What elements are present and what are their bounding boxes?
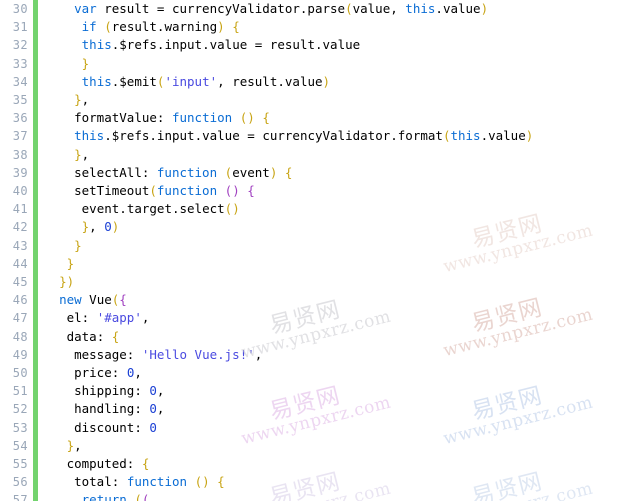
line-number: 34 xyxy=(12,74,28,89)
watermark: 易贤网www.ynpxrz.com xyxy=(239,461,393,501)
line-number: 55 xyxy=(12,457,28,471)
line-number: 57 xyxy=(12,493,28,501)
code-line[interactable]: total: function () { xyxy=(44,473,225,491)
watermark: 易贤网www.ynpxrz.com xyxy=(441,461,595,501)
line-number: 52 xyxy=(12,402,28,417)
line-number: 53 xyxy=(12,420,28,435)
code-line[interactable]: setTimeout(function () { xyxy=(44,182,255,200)
watermark: 易贤网www.ynpxrz.com xyxy=(441,203,595,278)
line-number: 45 xyxy=(12,275,28,289)
watermark-site-url: www.ynpxrz.com xyxy=(441,304,596,362)
line-number: 56 xyxy=(12,475,28,490)
watermark-site-url: www.ynpxrz.com xyxy=(441,479,595,501)
watermark-site-url: www.ynpxrz.com xyxy=(239,479,393,501)
line-number: 43 xyxy=(12,238,28,253)
watermark-site-url: www.ynpxrz.com xyxy=(239,392,394,450)
watermark-site-name: 易贤网 xyxy=(267,468,344,501)
code-line[interactable]: this.$refs.input.value = result.value xyxy=(44,36,361,54)
code-line[interactable]: el: '#app', xyxy=(44,309,150,327)
line-number: 36 xyxy=(12,111,28,126)
gutter-accent-bar xyxy=(33,0,38,501)
code-line[interactable]: var result = currencyValidator.parse(val… xyxy=(44,0,488,18)
line-number: 39 xyxy=(12,165,28,180)
line-number: 30 xyxy=(12,2,28,16)
line-number: 38 xyxy=(12,147,28,162)
code-line[interactable]: }, 0) xyxy=(44,218,120,236)
line-number: 35 xyxy=(12,93,28,107)
line-number: 48 xyxy=(12,329,28,344)
line-number: 44 xyxy=(12,256,28,271)
code-line[interactable]: } xyxy=(44,237,82,255)
watermark: 易贤网www.ynpxrz.com xyxy=(239,375,393,450)
code-line[interactable]: price: 0, xyxy=(44,364,142,382)
code-line[interactable]: }, xyxy=(44,437,82,455)
watermark-site-url: www.ynpxrz.com xyxy=(239,306,394,364)
line-number: 46 xyxy=(12,293,28,308)
line-number: 51 xyxy=(12,384,28,399)
code-line[interactable]: } xyxy=(44,55,90,73)
code-line[interactable]: event.target.select() xyxy=(44,200,240,218)
code-line[interactable]: computed: { xyxy=(44,455,150,473)
code-line[interactable]: if (result.warning) { xyxy=(44,18,240,36)
code-line[interactable]: handling: 0, xyxy=(44,400,164,418)
watermark-site-url: www.ynpxrz.com xyxy=(441,220,596,278)
code-line[interactable]: this.$emit('input', result.value) xyxy=(44,73,330,91)
watermark-site-name: 易贤网 xyxy=(469,382,546,426)
watermark-site-name: 易贤网 xyxy=(469,294,546,338)
code-line[interactable]: formatValue: function () { xyxy=(44,109,270,127)
code-line[interactable]: selectAll: function (event) { xyxy=(44,164,292,182)
code-editor[interactable]: 易贤网 www.ynpxrz.com 易贤网 www.ynpxrz.com 易贤网 www… xyxy=(0,0,644,501)
code-line[interactable]: shipping: 0, xyxy=(44,382,164,400)
line-number: 50 xyxy=(12,366,28,380)
watermark: 易贤网www.ynpxrz.com xyxy=(239,289,393,364)
watermark-site-url: www.ynpxrz.com xyxy=(441,392,596,450)
line-number: 41 xyxy=(12,202,28,217)
code-line[interactable]: }, xyxy=(44,91,89,109)
code-line[interactable]: }, xyxy=(44,146,89,164)
watermark: 易贤网www.ynpxrz.com xyxy=(441,375,595,450)
watermark-site-name: 易贤网 xyxy=(267,296,344,340)
code-line[interactable]: message: 'Hello Vue.js!', xyxy=(44,346,262,364)
line-number: 54 xyxy=(12,438,28,453)
line-number: 37 xyxy=(12,129,28,144)
code-line[interactable]: } xyxy=(44,255,75,273)
code-line[interactable]: }) xyxy=(44,273,74,291)
watermark-site-name: 易贤网 xyxy=(469,468,546,501)
code-line[interactable]: new Vue({ xyxy=(44,291,127,309)
line-number: 47 xyxy=(12,311,28,326)
line-number: 40 xyxy=(12,184,28,198)
line-number: 32 xyxy=(12,38,28,53)
watermark: 易贤网www.ynpxrz.com xyxy=(441,287,595,362)
watermark-site-name: 易贤网 xyxy=(267,382,344,426)
watermark-site-name: 易贤网 xyxy=(469,210,546,254)
code-line[interactable]: return (( xyxy=(44,491,150,501)
line-number-gutter: 30 31 32 33 34 35 36 37 38 39 40 41 42 43 44 45 46 47 48 49… xyxy=(0,0,38,501)
line-number: 31 xyxy=(12,20,28,35)
line-number: 33 xyxy=(12,56,28,71)
code-line[interactable]: discount: 0 xyxy=(44,419,157,437)
code-line[interactable]: this.$refs.input.value = currencyValidat… xyxy=(44,127,533,145)
line-number: 42 xyxy=(12,220,28,235)
code-line[interactable]: data: { xyxy=(44,328,120,346)
line-number: 49 xyxy=(12,347,28,362)
